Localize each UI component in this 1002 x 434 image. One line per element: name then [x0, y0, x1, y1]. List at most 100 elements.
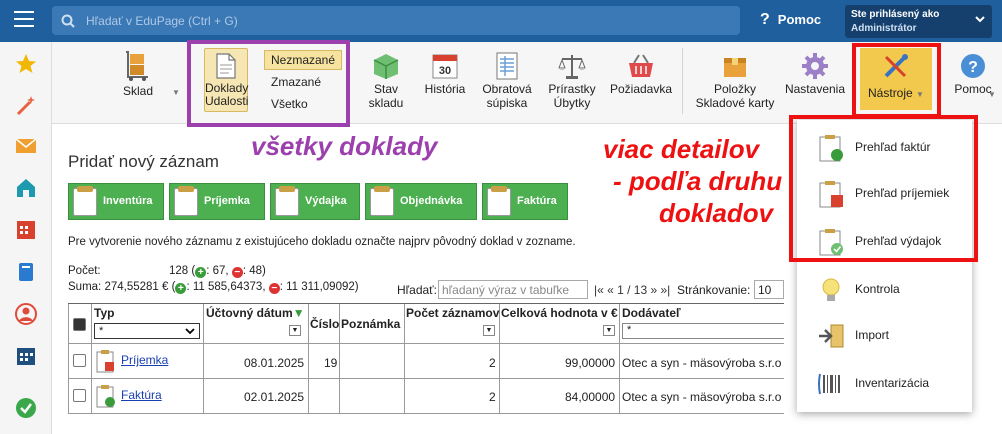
help-link[interactable]: ? Pomoc — [760, 11, 821, 29]
poziadavka-button[interactable]: Požiadavka — [604, 52, 678, 96]
minus-icon: − — [231, 267, 243, 278]
col-hodnota[interactable]: Celková hodnota v € — [501, 306, 618, 320]
home-icon[interactable] — [14, 176, 38, 200]
col-poznamka[interactable]: Poznámka — [341, 317, 400, 331]
documents-table: Typ * Účtovný dátum▼ ▼ Číslo Poznámka Po… — [68, 303, 784, 414]
search-box[interactable]: Hľadať v EduPage (Ctrl + G) — [52, 6, 740, 35]
row-hodnota: 84,00000 — [565, 390, 616, 404]
warehouse-cart-icon — [126, 51, 148, 81]
filter-icon[interactable]: ▼ — [603, 325, 615, 336]
search-icon — [61, 14, 75, 28]
sum-stats: Suma: 274,55281 € (+: 11 585,64373, −: 1… — [68, 281, 359, 294]
col-pocet[interactable]: Počet záznamov — [406, 306, 499, 320]
search-input[interactable]: Hľadať v EduPage (Ctrl + G) — [86, 14, 238, 28]
chevron-down-icon — [975, 16, 985, 23]
col-cislo[interactable]: Číslo — [310, 317, 339, 331]
hint-text: Pre vytvorenie nového záznamu z existujú… — [68, 236, 576, 248]
menu-kontrola[interactable]: Kontrola — [797, 268, 972, 308]
select-all-checkbox[interactable] — [73, 318, 86, 331]
box-icon — [724, 58, 746, 77]
row-datum: 02.01.2025 — [244, 390, 305, 404]
clipboard-calendar-icon — [174, 186, 198, 216]
barcode-icon — [818, 373, 840, 395]
sklad-dropdown-icon[interactable]: ▼ — [172, 86, 180, 100]
check-circle-icon[interactable] — [14, 396, 38, 420]
lightbulb-icon — [822, 278, 840, 301]
col-typ[interactable]: Typ — [94, 306, 114, 320]
help-circle-icon: ? — [961, 54, 985, 78]
row-pocet: 2 — [489, 390, 496, 404]
top-bar: Hľadať v EduPage (Ctrl + G) ? Pomoc Ste p… — [0, 0, 1002, 42]
schedule-icon[interactable] — [14, 344, 38, 368]
annotation-purple-text: všetky doklady — [251, 131, 438, 161]
vydajka-button[interactable]: Výdajka — [270, 183, 360, 220]
scales-icon — [558, 55, 586, 79]
chevron-down-icon — [185, 328, 195, 335]
historia-button[interactable]: 30 História — [420, 52, 470, 96]
col-dodavatel[interactable]: Dodávateľ — [622, 306, 681, 320]
pager[interactable]: |« « 1 / 13 » »| — [594, 283, 670, 297]
row-typ-link[interactable]: Faktúra — [121, 388, 162, 402]
prirastky-ubytky-button[interactable]: Prírastky Úbytky — [542, 52, 602, 110]
magic-wand-icon[interactable] — [14, 94, 38, 118]
sklad-button[interactable]: Sklad ▼ — [116, 50, 180, 98]
calendar-day-icon: 30 — [432, 54, 458, 79]
stock-box-icon — [373, 54, 399, 79]
left-sidebar — [0, 42, 52, 434]
objednavka-button[interactable]: Objednávka — [365, 183, 477, 220]
page-size-input[interactable]: 10 — [754, 280, 784, 299]
dodavatel-filter-input[interactable]: * — [622, 323, 784, 339]
polozky-button[interactable]: Položky Skladové karty — [692, 52, 778, 110]
row-checkbox[interactable] — [73, 389, 86, 402]
filter-icon[interactable]: ▼ — [483, 325, 495, 336]
book-icon[interactable] — [14, 260, 38, 284]
row-typ-link[interactable]: Príjemka — [121, 353, 168, 367]
filter-icon[interactable]: ▼ — [289, 325, 301, 336]
minus-icon: − — [268, 283, 280, 294]
svg-text:?: ? — [968, 59, 978, 76]
clipboard-money-icon — [487, 186, 511, 216]
annotation-red-nastroje-frame — [852, 43, 941, 118]
star-icon[interactable] — [14, 52, 38, 76]
prijemka-doc-icon — [96, 350, 114, 373]
menu-inventarizacia[interactable]: Inventarizácia — [797, 362, 972, 402]
row-dodavatel: Otec a syn - mäsovýroba s.r.o — [622, 356, 782, 370]
clipboard-icon — [73, 186, 97, 216]
stav-skladu-button[interactable]: Stav skladu — [358, 52, 414, 110]
col-datum[interactable]: Účtovný dátum▼ — [206, 306, 305, 320]
page-size-label: Stránkovanie: — [677, 283, 751, 297]
annotation-red-line1: viac detailov — [603, 134, 760, 164]
inventura-button[interactable]: Inventúra — [68, 183, 164, 220]
row-checkbox[interactable] — [73, 354, 86, 367]
annotation-red-menu-frame — [789, 115, 978, 262]
row-datum: 08.01.2025 — [244, 356, 305, 370]
faktura-doc-icon — [96, 385, 115, 408]
menu-import[interactable]: Import — [797, 314, 972, 354]
faktura-button[interactable]: Faktúra — [482, 183, 568, 220]
find-label: Hľadať: — [397, 283, 438, 297]
pomoc-button[interactable]: ? Pomoc ▼ — [948, 52, 998, 99]
annotation-red-line2: - podľa druhu — [613, 166, 783, 196]
clipboard-clock-icon — [370, 186, 394, 216]
plus-icon: + — [175, 283, 187, 294]
nastavenia-button[interactable]: Nastavenia — [782, 52, 848, 96]
user-icon[interactable] — [14, 302, 38, 326]
count-stats: Počet: 128 (+: 67, −: 48) — [68, 265, 266, 278]
calendar-icon[interactable] — [14, 218, 38, 242]
shopping-basket-icon — [629, 54, 653, 77]
mail-icon[interactable] — [14, 134, 38, 158]
clipboard-check-icon — [275, 186, 299, 216]
user-menu[interactable]: Ste prihlásený ako Administrátor — [845, 5, 992, 38]
gear-icon — [802, 53, 828, 79]
plus-icon: + — [195, 267, 207, 278]
typ-filter-select[interactable]: * — [94, 323, 200, 339]
prijemka-button[interactable]: Príjemka — [169, 183, 265, 220]
menu-icon[interactable] — [14, 11, 34, 27]
row-cislo: 19 — [324, 356, 338, 370]
obratova-supiska-button[interactable]: Obratová súpiska — [477, 52, 537, 110]
import-arrow-icon — [819, 324, 844, 348]
question-icon: ? — [760, 11, 770, 28]
sort-desc-icon: ▼ — [292, 306, 305, 320]
pomoc-dropdown-icon[interactable]: ▼ — [988, 88, 996, 102]
find-input[interactable]: hľadaný výraz v tabuľke — [438, 280, 588, 299]
